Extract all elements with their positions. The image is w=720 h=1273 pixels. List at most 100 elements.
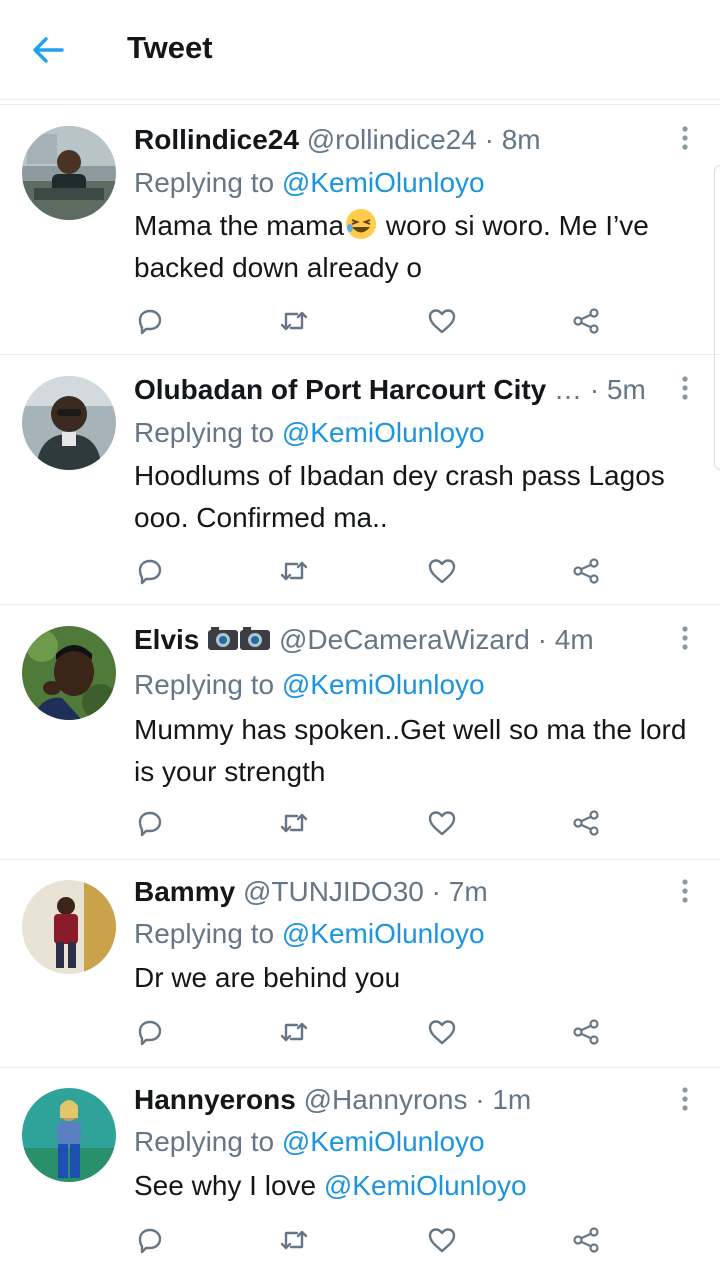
avatar[interactable]	[22, 880, 116, 974]
retweet-icon	[280, 561, 308, 581]
avatar[interactable]	[22, 126, 116, 220]
timestamp[interactable]: 8m	[502, 124, 541, 155]
reply-button[interactable]	[130, 551, 170, 591]
user-handle[interactable]: @TUNJIDO30	[243, 876, 424, 907]
user-handle[interactable]: @rollindice24	[307, 124, 477, 155]
top-app-bar: Tweet	[0, 0, 720, 100]
tweet-text: Dr we are behind you	[134, 962, 401, 993]
mention-link[interactable]: @KemiOlunloyo	[282, 1126, 485, 1157]
reply-button[interactable]	[130, 803, 170, 843]
reply-icon	[138, 811, 162, 837]
separator-dot: ·	[484, 124, 494, 155]
avatar[interactable]	[22, 376, 116, 470]
like-button[interactable]	[422, 1220, 462, 1260]
tweet-text: See why I love @KemiOlunloyo	[134, 1165, 704, 1207]
display-name[interactable]: Elvis	[134, 624, 199, 655]
avatar[interactable]	[22, 1088, 116, 1182]
timestamp[interactable]: 1m	[492, 1084, 531, 1115]
display-name[interactable]: Rollindice24	[134, 124, 299, 155]
tweet[interactable]: Bammy @TUNJIDO30 · 7m Replying to @KemiO…	[0, 860, 720, 1068]
arrow-left-icon	[33, 37, 64, 63]
replying-to-line: Replying to @KemiOlunloyo	[134, 415, 485, 451]
camera-emoji-icon	[240, 627, 271, 650]
tweet-text-part: See why I love	[134, 1170, 324, 1201]
mention-link[interactable]: @KemiOlunloyo	[282, 918, 485, 949]
reply-icon	[138, 309, 162, 335]
reply-button[interactable]	[130, 1012, 170, 1052]
share-icon	[573, 558, 599, 584]
more-options-button[interactable]	[670, 623, 700, 653]
like-button[interactable]	[422, 1012, 462, 1052]
share-button[interactable]	[566, 1220, 606, 1260]
share-button[interactable]	[566, 1012, 606, 1052]
more-vertical-icon	[682, 126, 688, 150]
more-vertical-icon	[682, 376, 688, 400]
back-button[interactable]	[28, 30, 68, 70]
reply-button[interactable]	[130, 1220, 170, 1260]
like-button[interactable]	[422, 551, 462, 591]
tweet-header: Rollindice24 @rollindice24 · 8m	[134, 122, 654, 158]
separator-dot: ·	[475, 1084, 485, 1115]
mention-link[interactable]: @KemiOlunloyo	[324, 1170, 527, 1201]
retweet-icon	[280, 813, 308, 833]
share-icon	[573, 308, 599, 334]
more-options-button[interactable]	[670, 123, 700, 153]
retweet-button[interactable]	[274, 551, 314, 591]
tweet-actions	[0, 1220, 720, 1260]
mention-link[interactable]: @KemiOlunloyo	[282, 669, 485, 700]
tweet-actions	[0, 1012, 720, 1052]
separator-dot: ·	[537, 624, 547, 655]
tweet-header: Bammy @TUNJIDO30 · 7m	[134, 874, 654, 910]
camera-emoji-icon	[208, 627, 239, 650]
share-icon	[573, 1227, 599, 1253]
separator-dot: ·	[589, 374, 600, 405]
timestamp[interactable]: 7m	[449, 876, 488, 907]
like-button[interactable]	[422, 301, 462, 341]
retweet-icon	[280, 311, 308, 331]
tweet[interactable]: Hannyerons @Hannyrons · 1m Replying to @…	[0, 1068, 720, 1273]
display-name[interactable]: Olubadan of Port Harcourt City	[134, 374, 546, 405]
retweet-button[interactable]	[274, 301, 314, 341]
tweet-text: Hoodlums of Ibadan dey crash pass Lagos …	[134, 460, 665, 533]
retweet-button[interactable]	[274, 1220, 314, 1260]
more-options-button[interactable]	[670, 373, 700, 403]
retweet-icon	[280, 1022, 308, 1042]
reply-icon	[138, 1228, 162, 1254]
mention-link[interactable]: @KemiOlunloyo	[282, 167, 485, 198]
retweet-button[interactable]	[274, 1012, 314, 1052]
retweet-button[interactable]	[274, 803, 314, 843]
reply-button[interactable]	[130, 301, 170, 341]
like-button[interactable]	[422, 803, 462, 843]
heart-icon	[428, 811, 456, 836]
laughing-emoji-icon	[346, 209, 377, 239]
page-title: Tweet	[127, 30, 213, 65]
tweet-header: Hannyerons @Hannyrons · 1m	[134, 1082, 654, 1118]
share-button[interactable]	[566, 551, 606, 591]
timestamp[interactable]: 5m	[607, 374, 646, 405]
more-vertical-icon	[682, 626, 688, 650]
tweet[interactable]: Olubadan of Port Harcourt City … · 5m Re…	[0, 355, 720, 605]
tweet[interactable]: Elvis @DeCameraWizard · 4m Replying to @…	[0, 605, 720, 860]
heart-icon	[428, 1228, 456, 1253]
more-vertical-icon	[682, 1087, 688, 1111]
user-handle[interactable]: @DeCameraWizard	[279, 624, 530, 655]
display-name[interactable]: Bammy	[134, 876, 235, 907]
timestamp[interactable]: 4m	[555, 624, 594, 655]
display-name[interactable]: Hannyerons	[134, 1084, 296, 1115]
avatar[interactable]	[22, 626, 116, 720]
tweet[interactable]: Rollindice24 @rollindice24 · 8m Replying…	[0, 105, 720, 355]
more-options-button[interactable]	[670, 876, 700, 906]
replying-label: Replying to	[134, 918, 275, 949]
more-options-button[interactable]	[670, 1084, 700, 1114]
user-handle[interactable]: @Hannyrons	[304, 1084, 468, 1115]
share-button[interactable]	[566, 803, 606, 843]
tweet-text: Mummy has spoken..Get well so ma the lor…	[134, 714, 687, 787]
heart-icon	[428, 309, 456, 334]
replying-label: Replying to	[134, 167, 275, 198]
tweet-actions	[0, 551, 720, 591]
tweet-actions	[0, 803, 720, 843]
more-vertical-icon	[682, 879, 688, 903]
replying-label: Replying to	[134, 417, 275, 448]
share-button[interactable]	[566, 301, 606, 341]
mention-link[interactable]: @KemiOlunloyo	[282, 417, 485, 448]
